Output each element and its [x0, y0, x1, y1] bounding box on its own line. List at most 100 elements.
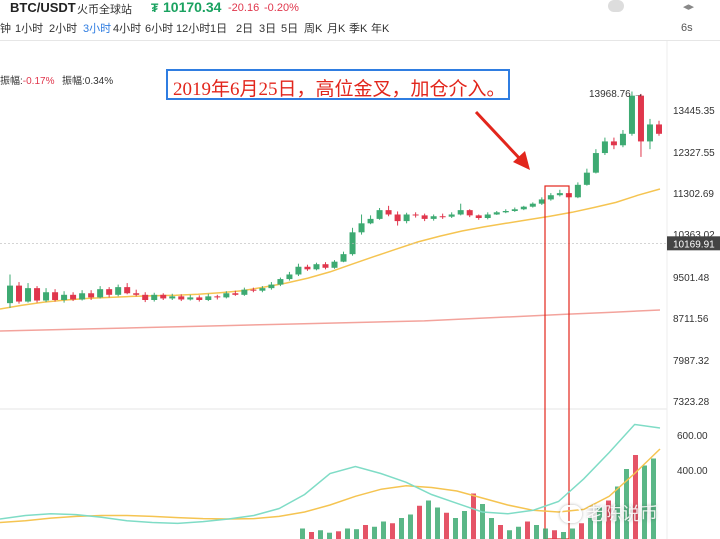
y-tick-label: 7323.28	[673, 397, 710, 408]
volume-bar	[327, 532, 332, 539]
candle-body	[646, 124, 653, 142]
candle-body	[196, 297, 203, 300]
candle-body	[628, 95, 635, 134]
volume-bar	[444, 512, 449, 539]
candle-body	[592, 153, 599, 173]
volume-bar	[552, 530, 557, 539]
candle-body	[529, 203, 536, 207]
candle-body	[34, 288, 41, 301]
candle-body	[241, 289, 248, 295]
candle-body	[448, 214, 455, 217]
candle-body	[457, 210, 464, 215]
candle-body	[25, 288, 32, 302]
candle-body	[421, 215, 428, 219]
volume-bar	[417, 505, 422, 539]
candle-body	[313, 264, 320, 270]
volume-bar	[534, 525, 539, 539]
wechat-logo-icon	[560, 505, 582, 523]
candle-body	[61, 294, 68, 300]
candle-body	[97, 289, 104, 298]
candle-body	[43, 292, 50, 301]
volume-bar	[570, 528, 575, 539]
candle-body	[106, 289, 113, 295]
volume-bar	[462, 511, 467, 539]
candle-body	[160, 294, 167, 299]
candle-body	[385, 210, 392, 215]
candle-body	[169, 296, 176, 299]
volume-bar	[651, 458, 656, 539]
candle-body	[16, 285, 23, 302]
volume-bar	[300, 528, 305, 539]
indicator-tick-label: 600.00	[677, 431, 708, 442]
candle-body	[547, 195, 554, 200]
candle-body	[358, 223, 365, 233]
annotation-arrow	[474, 110, 523, 162]
candle-body	[7, 285, 13, 304]
volume-bar	[354, 529, 359, 539]
candle-body	[656, 124, 662, 134]
candle-body	[403, 214, 410, 222]
candle-body	[493, 212, 500, 215]
volume-bar	[408, 514, 413, 539]
high-price-label: 13968.76 →	[589, 89, 644, 100]
candle-body	[250, 289, 257, 291]
candle-body	[610, 141, 617, 146]
volume-bar	[390, 523, 395, 539]
candle-body	[601, 141, 608, 154]
amplitude-readout-1: 振幅:-0.17%	[0, 76, 55, 87]
volume-bar	[480, 504, 485, 539]
candle-body	[178, 296, 185, 300]
volume-bar	[579, 523, 584, 539]
candle-body	[619, 133, 626, 146]
candle-body	[520, 206, 527, 210]
volume-bar	[318, 530, 323, 539]
volume-bar	[309, 532, 314, 539]
candle-body	[268, 284, 275, 289]
candle-body	[574, 184, 581, 198]
candle-body	[304, 266, 311, 270]
candle-body	[340, 254, 347, 262]
volume-bar	[399, 518, 404, 539]
volume-bar	[345, 528, 350, 539]
volume-bar	[471, 493, 476, 539]
candle-body	[223, 293, 230, 298]
volume-bar	[525, 521, 530, 539]
highlight-box	[544, 185, 570, 539]
candle-body	[124, 287, 131, 294]
y-tick-label: 9501.48	[673, 273, 710, 284]
volume-bar	[633, 455, 638, 539]
candle-body	[484, 214, 491, 219]
volume-bar	[561, 532, 566, 539]
volume-bar	[543, 528, 548, 539]
candle-body	[115, 287, 122, 295]
candle-body	[286, 274, 293, 280]
candle-body	[367, 218, 374, 224]
candle-body	[52, 292, 59, 300]
volume-bar	[435, 507, 440, 539]
annotation-text: 2019年6月25日，高位金叉，加仓介入。	[173, 79, 506, 100]
candle-body	[394, 214, 401, 222]
candle-body	[556, 193, 563, 196]
volume-bar	[453, 518, 458, 539]
candle-body	[187, 297, 194, 300]
volume-bar	[516, 526, 521, 539]
candle-body	[439, 216, 446, 218]
candle-body	[322, 264, 329, 268]
y-tick-label: 7987.32	[673, 356, 710, 367]
candle-body	[259, 288, 266, 291]
candle-body	[142, 294, 149, 300]
candle-body	[133, 293, 140, 295]
candle-body	[430, 216, 437, 219]
watermark: 老陈说币	[586, 504, 658, 524]
y-tick-label: 13445.35	[673, 106, 715, 117]
volume-bar	[381, 521, 386, 539]
amplitude-readout-2: 振幅:0.34%	[62, 76, 114, 87]
candle-body	[511, 209, 518, 212]
candle-body	[151, 294, 158, 300]
volume-bar	[372, 526, 377, 539]
y-tick-label: 11302.69	[673, 189, 714, 200]
candle-body	[502, 211, 509, 213]
indicator-tick-label: 400.00	[677, 466, 708, 477]
candle-body	[538, 199, 545, 204]
y-tick-label: 8711.56	[673, 314, 709, 325]
